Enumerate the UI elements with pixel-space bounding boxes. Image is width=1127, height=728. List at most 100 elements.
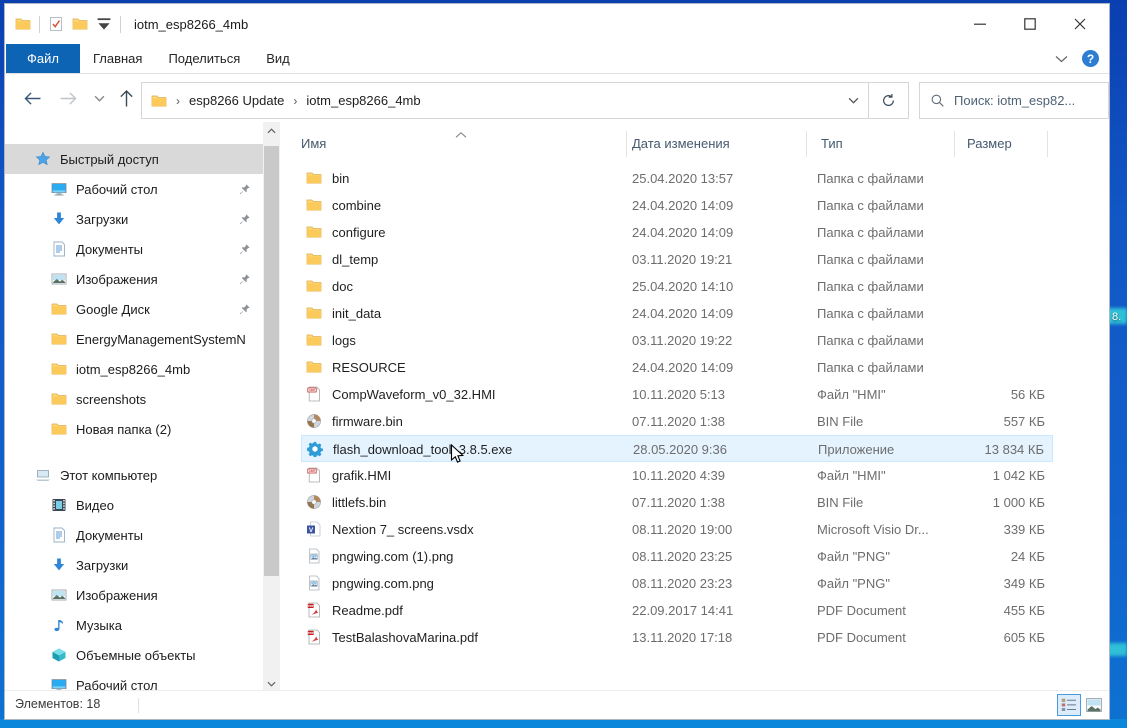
column-divider[interactable] xyxy=(954,131,955,157)
table-row[interactable]: HMIgrafik.HMI10.11.2020 4:39Файл "HMI"1 … xyxy=(281,462,1111,489)
minimize-button[interactable] xyxy=(955,8,1005,40)
table-row[interactable]: configure24.04.2020 14:09Папка с файлами xyxy=(281,219,1111,246)
sidebar-item-документы[interactable]: Документы xyxy=(5,234,263,264)
properties-check-icon[interactable] xyxy=(48,16,64,32)
forward-button[interactable] xyxy=(57,87,79,109)
row-content[interactable]: flash_download_tool_3.8.5.exe28.05.2020 … xyxy=(301,435,1053,462)
recent-locations-chevron-icon[interactable] xyxy=(91,87,107,109)
back-button[interactable] xyxy=(21,87,43,109)
sidebar-item-screenshots[interactable]: screenshots xyxy=(5,384,263,414)
table-row[interactable]: littlefs.bin07.11.2020 1:38BIN File1 000… xyxy=(281,489,1111,516)
column-divider[interactable] xyxy=(806,131,807,157)
file-date-modified: 24.04.2020 14:09 xyxy=(632,354,733,381)
tab-home[interactable]: Главная xyxy=(80,44,155,73)
search-box[interactable]: Поиск: iotm_esp82... xyxy=(919,82,1109,119)
details-view-button[interactable] xyxy=(1057,694,1081,716)
sidebar-item-iotm-esp8266-4mb[interactable]: iotm_esp8266_4mb xyxy=(5,354,263,384)
table-row[interactable]: dl_temp03.11.2020 19:21Папка с файлами xyxy=(281,246,1111,273)
tab-share[interactable]: Поделиться xyxy=(155,44,253,73)
table-row[interactable]: bin25.04.2020 13:57Папка с файлами xyxy=(281,165,1111,192)
sidebar-item-быстрый-доступ[interactable]: Быстрый доступ xyxy=(5,144,263,174)
row-content[interactable]: RESOURCE24.04.2020 14:09Папка с файлами xyxy=(301,354,1053,381)
scrollbar-up-icon[interactable] xyxy=(263,122,280,139)
table-row[interactable]: pngwing.com (1).png08.11.2020 23:25Файл … xyxy=(281,543,1111,570)
sidebar-item-label: Этот компьютер xyxy=(60,468,157,483)
row-content[interactable]: firmware.bin07.11.2020 1:38BIN File557 К… xyxy=(301,408,1053,435)
file-date-modified: 25.04.2020 14:10 xyxy=(632,273,733,300)
column-header-name[interactable]: Имя xyxy=(301,136,326,151)
column-header-size[interactable]: Размер xyxy=(967,136,1012,151)
table-row[interactable]: PDFTestBalashovaMarina.pdf13.11.2020 17:… xyxy=(281,624,1111,651)
table-row[interactable]: HMICompWaveform_v0_32.HMI10.11.2020 5:13… xyxy=(281,381,1111,408)
sidebar-item-label: Рабочий стол xyxy=(76,182,158,197)
sidebar-item-рабочий-стол[interactable]: Рабочий стол xyxy=(5,670,263,692)
tab-file[interactable]: Файл xyxy=(6,44,80,73)
scrollbar-thumb[interactable] xyxy=(264,146,279,576)
close-button[interactable] xyxy=(1055,8,1105,40)
table-row[interactable]: logs03.11.2020 19:22Папка с файлами xyxy=(281,327,1111,354)
up-button[interactable] xyxy=(115,87,137,109)
table-row[interactable]: firmware.bin07.11.2020 1:38BIN File557 К… xyxy=(281,408,1111,435)
table-row[interactable]: VNextion 7_ screens.vsdx08.11.2020 19:00… xyxy=(281,516,1111,543)
row-content[interactable]: doc25.04.2020 14:10Папка с файлами xyxy=(301,273,1053,300)
table-row[interactable]: flash_download_tool_3.8.5.exe28.05.2020 … xyxy=(281,435,1111,462)
sidebar-item-документы[interactable]: Документы xyxy=(5,520,263,550)
sidebar-item-видео[interactable]: Видео xyxy=(5,490,263,520)
row-content[interactable]: pngwing.com (1).png08.11.2020 23:25Файл … xyxy=(301,543,1053,570)
sidebar-item-этот-компьютер[interactable]: Этот компьютер xyxy=(5,460,263,490)
row-content[interactable]: bin25.04.2020 13:57Папка с файлами xyxy=(301,165,1053,192)
sidebar-item-label: Документы xyxy=(76,242,143,257)
sort-ascending-icon[interactable] xyxy=(455,126,467,132)
column-header-date-modified[interactable]: Дата изменения xyxy=(632,136,730,151)
sidebar-item-загрузки[interactable]: Загрузки xyxy=(5,550,263,580)
row-content[interactable]: HMIgrafik.HMI10.11.2020 4:39Файл "HMI"1 … xyxy=(301,462,1053,489)
sidebar-item-изображения[interactable]: Изображения xyxy=(5,580,263,610)
hmi-file-icon: HMI xyxy=(306,386,322,402)
row-content[interactable]: configure24.04.2020 14:09Папка с файлами xyxy=(301,219,1053,246)
tab-view[interactable]: Вид xyxy=(253,44,303,73)
sidebar-item-рабочий-стол[interactable]: Рабочий стол xyxy=(5,174,263,204)
table-row[interactable]: RESOURCE24.04.2020 14:09Папка с файлами xyxy=(281,354,1111,381)
table-row[interactable]: init_data24.04.2020 14:09Папка с файлами xyxy=(281,300,1111,327)
sidebar-item-energymanagementsystemn[interactable]: EnergyManagementSystemN xyxy=(5,324,263,354)
row-content[interactable]: HMICompWaveform_v0_32.HMI10.11.2020 5:13… xyxy=(301,381,1053,408)
maximize-button[interactable] xyxy=(1005,8,1055,40)
large-icons-view-button[interactable] xyxy=(1082,694,1106,716)
table-row[interactable]: combine24.04.2020 14:09Папка с файлами xyxy=(281,192,1111,219)
row-content[interactable]: littlefs.bin07.11.2020 1:38BIN File1 000… xyxy=(301,489,1053,516)
file-date-modified: 03.11.2020 19:22 xyxy=(632,327,732,354)
refresh-button[interactable] xyxy=(869,83,908,118)
sidebar-scrollbar[interactable] xyxy=(263,122,280,692)
row-content[interactable]: pngwing.com.png08.11.2020 23:23Файл "PNG… xyxy=(301,570,1053,597)
help-icon[interactable]: ? xyxy=(1082,50,1099,67)
new-folder-icon[interactable] xyxy=(72,16,88,32)
sidebar-item-google-диск[interactable]: Google Диск xyxy=(5,294,263,324)
breadcrumb-segment[interactable]: esp8266 Update xyxy=(189,93,284,108)
table-row[interactable]: PDFReadme.pdf22.09.2017 14:41PDF Documen… xyxy=(281,597,1111,624)
row-content[interactable]: VNextion 7_ screens.vsdx08.11.2020 19:00… xyxy=(301,516,1053,543)
column-divider[interactable] xyxy=(1047,131,1048,157)
table-row[interactable]: pngwing.com.png08.11.2020 23:23Файл "PNG… xyxy=(281,570,1111,597)
customize-qat-dropdown-icon[interactable] xyxy=(96,16,112,32)
sidebar-item-загрузки[interactable]: Загрузки xyxy=(5,204,263,234)
sidebar-item-label: Музыка xyxy=(76,618,122,633)
row-content[interactable]: logs03.11.2020 19:22Папка с файлами xyxy=(301,327,1053,354)
table-row[interactable]: doc25.04.2020 14:10Папка с файлами xyxy=(281,273,1111,300)
row-content[interactable]: combine24.04.2020 14:09Папка с файлами xyxy=(301,192,1053,219)
row-content[interactable]: init_data24.04.2020 14:09Папка с файлами xyxy=(301,300,1053,327)
column-divider[interactable] xyxy=(626,131,627,157)
sidebar-item-новая-папка-2-[interactable]: Новая папка (2) xyxy=(5,414,263,444)
sidebar-item-объемные-объекты[interactable]: Объемные объекты xyxy=(5,640,263,670)
sidebar-item-изображения[interactable]: Изображения xyxy=(5,264,263,294)
sidebar-item-музыка[interactable]: Музыка xyxy=(5,610,263,640)
row-content[interactable]: PDFReadme.pdf22.09.2017 14:41PDF Documen… xyxy=(301,597,1053,624)
column-header-type[interactable]: Тип xyxy=(821,136,843,151)
file-name: flash_download_tool_3.8.5.exe xyxy=(333,436,512,463)
row-content[interactable]: dl_temp03.11.2020 19:21Папка с файлами xyxy=(301,246,1053,273)
breadcrumb-segment[interactable]: iotm_esp8266_4mb xyxy=(306,93,420,108)
ribbon-expand-chevron-icon[interactable] xyxy=(1055,55,1068,63)
sidebar-item-label: Загрузки xyxy=(76,558,128,573)
row-content[interactable]: PDFTestBalashovaMarina.pdf13.11.2020 17:… xyxy=(301,624,1053,651)
address-bar[interactable]: ›esp8266 Update›iotm_esp8266_4mb xyxy=(141,82,909,119)
address-dropdown-chevron-icon[interactable] xyxy=(838,83,868,118)
